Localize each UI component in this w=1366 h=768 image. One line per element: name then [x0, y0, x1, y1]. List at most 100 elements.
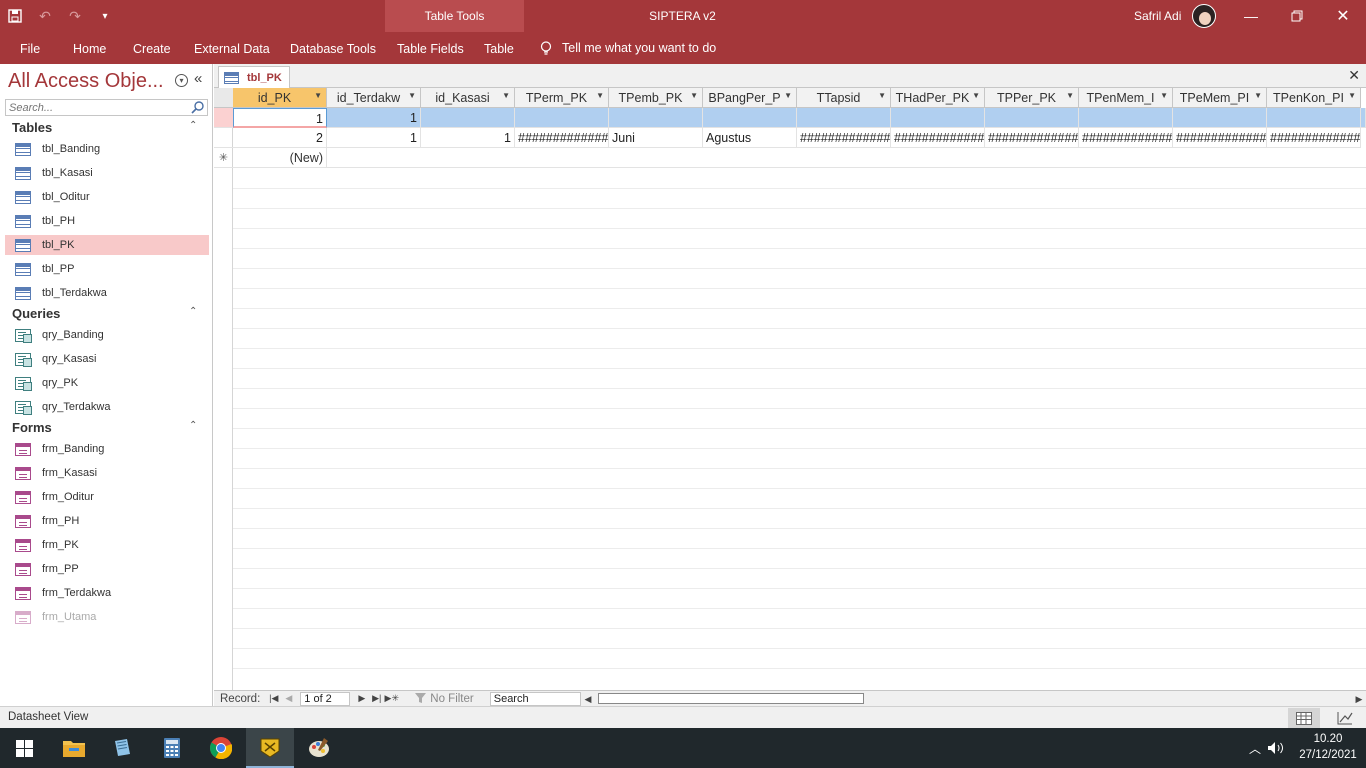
table-cell[interactable] — [1267, 108, 1361, 128]
horizontal-scrollbar[interactable]: ◀ ▶ — [580, 692, 1366, 706]
column-header[interactable]: BPangPer_P ▼ — [703, 88, 797, 108]
taskbar-notepad[interactable] — [98, 728, 146, 768]
column-header[interactable]: TPerm_PK ▼ — [515, 88, 609, 108]
new-record-button[interactable]: ▶✳ — [384, 692, 399, 706]
table-cell[interactable]: Juni — [609, 128, 703, 148]
next-record-button[interactable]: ▶ — [354, 692, 369, 706]
design-view-button[interactable] — [1329, 708, 1361, 728]
nav-item-tbl-kasasi[interactable]: tbl_Kasasi — [5, 163, 209, 183]
taskbar-access-app[interactable] — [246, 728, 294, 768]
table-cell[interactable] — [515, 108, 609, 128]
filter-indicator[interactable]: No Filter — [415, 693, 474, 705]
dropdown-arrow-icon[interactable]: ▼ — [784, 91, 792, 100]
previous-record-button[interactable]: ◀ — [281, 692, 296, 706]
nav-item-frm-terdakwa[interactable]: frm_Terdakwa — [5, 583, 209, 603]
table-cell[interactable]: 1 — [421, 128, 515, 148]
table-cell[interactable] — [609, 108, 703, 128]
nav-menu-dropdown-icon[interactable]: ▾ — [175, 74, 188, 87]
table-cell[interactable] — [1079, 108, 1173, 128]
start-button[interactable] — [0, 728, 48, 768]
table-cell[interactable] — [797, 108, 891, 128]
table-cell[interactable]: ############## — [797, 128, 891, 148]
customize-qat-button[interactable]: ▾ — [90, 0, 120, 32]
current-record-field[interactable]: 1 of 2 — [300, 691, 351, 706]
taskbar-file-explorer[interactable] — [50, 728, 98, 768]
nav-item-qry-terdakwa[interactable]: qry_Terdakwa — [5, 397, 209, 417]
table-cell[interactable]: ############## — [515, 128, 609, 148]
table-cell[interactable] — [891, 108, 985, 128]
taskbar-chrome[interactable] — [197, 728, 245, 768]
taskbar-calculator[interactable] — [148, 728, 196, 768]
new-record-selector[interactable]: ✳ — [214, 148, 233, 168]
nav-item-qry-kasasi[interactable]: qry_Kasasi — [5, 349, 209, 369]
column-header[interactable]: TPeMem_PI ▼ — [1173, 88, 1267, 108]
nav-item-tbl-ph[interactable]: tbl_PH — [5, 211, 209, 231]
last-record-button[interactable]: ▶| — [369, 692, 384, 706]
undo-button[interactable]: ↶ — [30, 0, 60, 32]
nav-item-frm-pp[interactable]: frm_PP — [5, 559, 209, 579]
table-cell[interactable] — [703, 108, 797, 128]
search-input[interactable] — [6, 100, 186, 116]
table-cell[interactable]: 2 — [233, 128, 327, 148]
dropdown-arrow-icon[interactable]: ▼ — [1254, 91, 1262, 100]
nav-item-tbl-terdakwa[interactable]: tbl_Terdakwa — [5, 283, 209, 303]
table-cell[interactable]: 1 — [327, 108, 421, 128]
nav-item-frm-pk[interactable]: frm_PK — [5, 535, 209, 555]
datasheet-grid[interactable]: ✳ id_PK ▼ id_Terdakw ▼ id_Kasasi ▼ TPerm_PK… — [214, 88, 1366, 690]
nav-item-frm-oditur[interactable]: frm_Oditur — [5, 487, 209, 507]
table-cell[interactable] — [985, 108, 1079, 128]
user-name[interactable]: Safril Adi — [1134, 0, 1181, 32]
avatar[interactable] — [1192, 4, 1216, 28]
tab-external-data[interactable]: External Data — [194, 32, 270, 64]
close-document-icon[interactable]: ✕ — [1348, 67, 1360, 84]
column-header[interactable]: TPemb_PK ▼ — [609, 88, 703, 108]
dropdown-arrow-icon[interactable]: ▼ — [1066, 91, 1074, 100]
column-header[interactable]: id_PK ▼ — [233, 88, 327, 108]
nav-item-frm-utama[interactable]: frm_Utama — [5, 607, 209, 627]
table-cell[interactable] — [1173, 108, 1267, 128]
dropdown-arrow-icon[interactable]: ▼ — [596, 91, 604, 100]
nav-item-frm-ph[interactable]: frm_PH — [5, 511, 209, 531]
group-header-queries[interactable]: Queries ⌃ — [0, 303, 213, 325]
record-selector[interactable] — [214, 108, 233, 128]
record-search-box[interactable]: Search — [489, 691, 586, 706]
dropdown-arrow-icon[interactable]: ▼ — [1348, 91, 1356, 100]
table-cell[interactable]: ############## — [891, 128, 985, 148]
search-icon[interactable] — [191, 101, 205, 114]
scroll-right-icon[interactable]: ▶ — [1352, 692, 1366, 706]
nav-item-tbl-pk[interactable]: tbl_PK — [5, 235, 209, 255]
show-hidden-icons-icon[interactable]: ︿ — [1245, 740, 1265, 757]
tab-table-fields[interactable]: Table Fields — [397, 32, 464, 64]
scroll-left-icon[interactable]: ◀ — [581, 692, 595, 706]
volume-icon[interactable] — [1267, 741, 1285, 755]
collapse-pane-icon[interactable]: « — [194, 70, 202, 87]
table-cell[interactable] — [421, 108, 515, 128]
new-record-row[interactable] — [327, 148, 1366, 168]
nav-pane-title[interactable]: All Access Obje... — [8, 70, 164, 93]
column-header[interactable]: THadPer_PK ▼ — [891, 88, 985, 108]
redo-button[interactable]: ↷ — [60, 0, 90, 32]
table-cell[interactable]: Agustus — [703, 128, 797, 148]
nav-item-tbl-banding[interactable]: tbl_Banding — [5, 139, 209, 159]
column-header[interactable]: id_Kasasi ▼ — [421, 88, 515, 108]
tell-me-box[interactable]: Tell me what you want to do — [540, 32, 716, 64]
tab-database-tools[interactable]: Database Tools — [290, 32, 376, 64]
close-window-button[interactable]: ✕ — [1320, 0, 1366, 32]
nav-item-tbl-oditur[interactable]: tbl_Oditur — [5, 187, 209, 207]
dropdown-arrow-icon[interactable]: ▼ — [314, 91, 322, 100]
taskbar-paint[interactable] — [295, 728, 343, 768]
table-cell[interactable]: ############## — [1173, 128, 1267, 148]
nav-item-qry-banding[interactable]: qry_Banding — [5, 325, 209, 345]
nav-item-frm-kasasi[interactable]: frm_Kasasi — [5, 463, 209, 483]
column-header[interactable]: TPenKon_PI ▼ — [1267, 88, 1361, 108]
system-clock[interactable]: 10.20 27/12/2021 — [1293, 731, 1363, 763]
dropdown-arrow-icon[interactable]: ▼ — [502, 91, 510, 100]
tab-file[interactable]: File — [20, 32, 40, 64]
save-button[interactable] — [0, 0, 30, 32]
column-header[interactable]: TTapsid ▼ — [797, 88, 891, 108]
table-cell[interactable]: 1 — [233, 108, 327, 128]
datasheet-view-button[interactable] — [1288, 708, 1320, 728]
first-record-button[interactable]: |◀ — [266, 692, 281, 706]
dropdown-arrow-icon[interactable]: ▼ — [408, 91, 416, 100]
table-cell[interactable]: 1 — [327, 128, 421, 148]
